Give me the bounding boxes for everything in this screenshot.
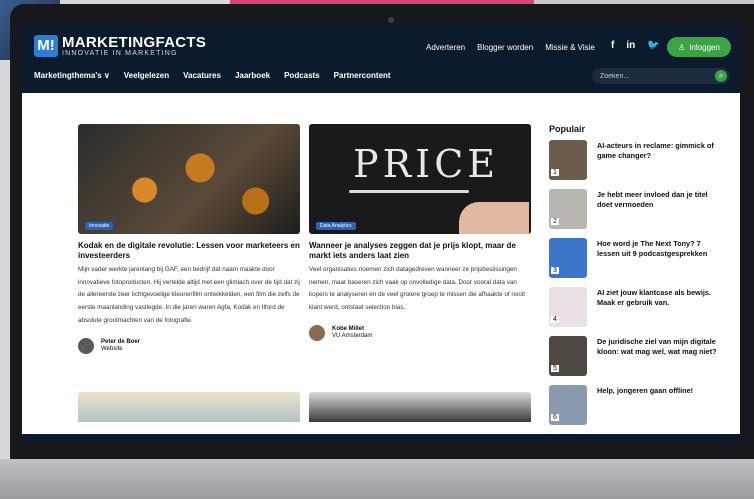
popular-rank: 3 bbox=[551, 267, 559, 274]
popular-title[interactable]: De juridische ziel van mijn digitale klo… bbox=[597, 337, 717, 356]
popular-item[interactable]: 1 AI-acteurs in reclame: gimmick of game… bbox=[549, 140, 719, 184]
hand-image bbox=[459, 202, 529, 234]
popular-item[interactable]: 2 Je hebt meer invloed dan je titel doet… bbox=[549, 189, 719, 233]
logo-icon[interactable]: M! bbox=[34, 35, 58, 57]
site-header: M! MARKETINGFACTS INNOVATIE IN MARKETING… bbox=[22, 26, 740, 93]
nav-vacatures[interactable]: Vacatures bbox=[183, 71, 221, 80]
article-image-next[interactable] bbox=[78, 392, 300, 422]
avatar bbox=[78, 337, 94, 354]
article-title[interactable]: Wanneer je analyses zeggen dat je prijs … bbox=[309, 241, 531, 261]
search-icon[interactable]: ⌕ bbox=[715, 70, 727, 82]
popular-rank: 2 bbox=[551, 218, 559, 225]
article-excerpt: Veel organisaties noemen zich datagedrev… bbox=[309, 266, 525, 312]
popular-heading: Populair bbox=[549, 124, 586, 134]
author-org: Website bbox=[101, 345, 123, 352]
top-links: Adverteren Blogger worden Missie & Visie bbox=[426, 43, 595, 52]
avatar bbox=[309, 324, 325, 341]
logo-subtitle: INNOVATIE IN MARKETING bbox=[62, 50, 178, 57]
popular-item[interactable]: 6 Help, jongeren gaan offline! bbox=[549, 385, 719, 429]
article-image[interactable]: PRICE Data Analytics bbox=[309, 124, 531, 234]
chalkboard-text: PRICE bbox=[353, 142, 500, 186]
browser-screen: M! MARKETINGFACTS INNOVATIE IN MARKETING… bbox=[22, 26, 740, 442]
login-label: Inloggen bbox=[689, 42, 720, 52]
nav-marketingthemas[interactable]: Marketingthema's ∨ bbox=[34, 71, 110, 80]
popular-item[interactable]: 4 AI ziet jouw klantcase als bewijs. Maa… bbox=[549, 287, 719, 331]
author-name: Kobe Millet bbox=[332, 325, 365, 332]
main-nav: Marketingthema's ∨ Veelgelezen Vacatures… bbox=[34, 71, 391, 80]
nav-podcasts[interactable]: Podcasts bbox=[284, 71, 320, 80]
nav-partnercontent[interactable]: Partnercontent bbox=[334, 71, 391, 80]
search-box: ⌕ bbox=[592, 68, 730, 84]
category-tag[interactable]: Data Analytics bbox=[316, 222, 356, 230]
popular-title[interactable]: Hoe word je The Next Tony? 7 lessen uit … bbox=[597, 239, 717, 258]
linkedin-icon[interactable]: in bbox=[626, 40, 635, 51]
search-input[interactable] bbox=[600, 70, 710, 82]
monitor-chin bbox=[0, 459, 754, 499]
article-card[interactable]: Innovatie Kodak en de digitale revolutie… bbox=[78, 124, 300, 354]
login-button[interactable]: ♙ Inloggen bbox=[667, 37, 731, 57]
popular-rank: 4 bbox=[551, 316, 559, 323]
popular-item[interactable]: 5 De juridische ziel van mijn digitale k… bbox=[549, 336, 719, 380]
nav-veelgelezen[interactable]: Veelgelezen bbox=[124, 71, 169, 80]
popular-rank: 1 bbox=[551, 169, 559, 176]
popular-rank: 5 bbox=[551, 365, 559, 372]
popular-title[interactable]: Je hebt meer invloed dan je titel doet v… bbox=[597, 190, 717, 209]
popular-title[interactable]: AI-acteurs in reclame: gimmick of game c… bbox=[597, 141, 717, 160]
article-card[interactable]: PRICE Data Analytics Wanneer je analyses… bbox=[309, 124, 531, 341]
facebook-icon[interactable]: f bbox=[611, 40, 614, 51]
social-links: f in 🐦 bbox=[611, 40, 660, 51]
article-image[interactable]: Innovatie bbox=[78, 124, 300, 234]
link-missie-visie[interactable]: Missie & Visie bbox=[545, 43, 595, 52]
category-tag[interactable]: Innovatie bbox=[85, 222, 114, 230]
author-block[interactable]: Peter de Boer Website bbox=[78, 337, 300, 354]
author-block[interactable]: Kobe Millet VU Amsterdam bbox=[309, 324, 531, 341]
popular-item[interactable]: 3 Hoe word je The Next Tony? 7 lessen ui… bbox=[549, 238, 719, 282]
article-image-next[interactable] bbox=[309, 392, 531, 422]
logo-title[interactable]: MARKETINGFACTS bbox=[62, 34, 206, 51]
popular-rank: 6 bbox=[551, 414, 559, 421]
link-blogger-worden[interactable]: Blogger worden bbox=[477, 43, 533, 52]
article-title[interactable]: Kodak en de digitale revolutie: Lessen v… bbox=[78, 241, 300, 261]
popular-title[interactable]: AI ziet jouw klantcase als bewijs. Maak … bbox=[597, 288, 717, 307]
author-name: Peter de Boer bbox=[101, 338, 141, 345]
camera-icon bbox=[388, 17, 394, 23]
article-excerpt: Mijn vader werkte jarenlang bij GAF, een… bbox=[78, 266, 300, 324]
twitter-icon[interactable]: 🐦 bbox=[647, 40, 659, 51]
popular-title[interactable]: Help, jongeren gaan offline! bbox=[597, 386, 717, 396]
bottom-bar bbox=[22, 434, 740, 442]
link-adverteren[interactable]: Adverteren bbox=[426, 43, 465, 52]
nav-jaarboek[interactable]: Jaarboek bbox=[235, 71, 270, 80]
author-org: VU Amsterdam bbox=[332, 332, 373, 339]
user-icon: ♙ bbox=[678, 42, 686, 52]
chalk-line bbox=[349, 190, 469, 193]
